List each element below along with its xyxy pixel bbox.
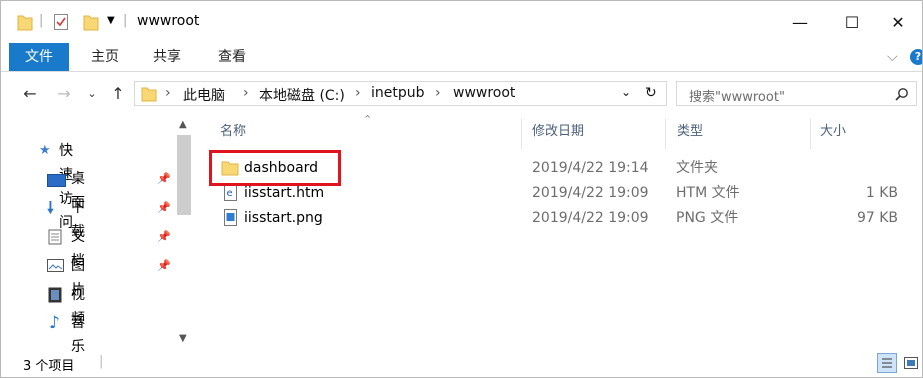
pin-icon[interactable]: 📌 — [157, 254, 171, 278]
help-icon[interactable]: ? — [910, 49, 922, 65]
file-type: PNG 文件 — [676, 210, 739, 226]
expand-ribbon-icon[interactable]: ⌵ — [887, 43, 898, 71]
large-icons-view-icon — [904, 357, 918, 369]
close-button[interactable]: ✕ — [875, 9, 921, 37]
file-date: 2019/4/22 19:09 — [532, 185, 649, 201]
file-date: 2019/4/22 19:14 — [532, 160, 649, 176]
breadcrumb-separator[interactable]: › — [435, 85, 441, 101]
scrollbar-thumb[interactable] — [177, 135, 191, 215]
address-row: ← → ⌄ ↑ › 此电脑 › 本地磁盘 (C:) › inetpub › ww… — [1, 77, 922, 111]
customize-quick-access-icon[interactable]: ▼ — [107, 15, 115, 33]
tab-home[interactable]: 主页 — [91, 43, 119, 71]
highlight-box — [209, 150, 341, 186]
pin-icon[interactable]: 📌 — [157, 225, 171, 249]
breadcrumb-separator[interactable]: › — [165, 85, 171, 101]
separator: | — [123, 13, 128, 28]
column-header-size[interactable]: 大小 — [820, 121, 846, 143]
breadcrumb-wwwroot[interactable]: wwwroot — [453, 85, 515, 101]
video-icon — [48, 287, 62, 303]
window-title: wwwroot — [137, 13, 200, 29]
scroll-up-icon[interactable]: ▲ — [179, 119, 187, 130]
image-file-icon — [224, 209, 237, 226]
sort-indicator-icon: ⌃ — [363, 113, 373, 126]
file-date: 2019/4/22 19:09 — [532, 210, 649, 226]
document-icon — [48, 229, 62, 245]
maximize-button[interactable]: ☐ — [829, 9, 875, 37]
picture-icon — [47, 259, 64, 272]
tab-file[interactable]: 文件 — [9, 43, 69, 71]
svg-text:e: e — [227, 188, 233, 199]
refresh-icon[interactable]: ↻ — [645, 85, 657, 101]
column-divider[interactable] — [521, 119, 522, 149]
large-icons-view-button[interactable] — [901, 353, 921, 373]
folder-icon — [141, 87, 157, 102]
tab-share[interactable]: 共享 — [153, 43, 181, 71]
html-file-icon: e — [224, 184, 237, 201]
recent-locations-button[interactable]: ⌄ — [85, 83, 99, 105]
column-header-date[interactable]: 修改日期 — [532, 121, 584, 143]
column-header-name[interactable]: 名称 — [220, 121, 246, 143]
separator: | — [99, 354, 104, 369]
search-box[interactable]: 搜索"wwwroot" — [676, 81, 917, 106]
forward-button[interactable]: → — [53, 83, 75, 105]
folder-icon — [17, 15, 33, 31]
status-bar: 3 个项目 | — [1, 351, 922, 377]
properties-icon[interactable] — [53, 13, 69, 31]
address-dropdown-icon[interactable]: ⌄ — [621, 85, 631, 99]
breadcrumb-local-disk[interactable]: 本地磁盘 (C:) — [259, 85, 345, 105]
column-divider[interactable] — [665, 119, 666, 149]
ribbon-tabs: 文件 主页 共享 查看 ⌵ ? — [1, 43, 922, 72]
title-bar: | ▼ | wwwroot — ☐ ✕ — [1, 1, 922, 43]
file-row-iisstart-png[interactable]: iisstart.png 2019/4/22 19:09 PNG 文件 97 K… — [207, 206, 922, 230]
file-size: 97 KB — [856, 210, 898, 226]
column-header-type[interactable]: 类型 — [677, 121, 703, 143]
item-count: 3 个项目 — [23, 359, 75, 374]
navigation-pane: ★ 快速访问 桌面 📌 🠗 下载 📌 文档 📌 图片 📌 视频 ♪ 音乐 — [1, 115, 197, 355]
details-view-button[interactable] — [877, 353, 897, 373]
music-icon: ♪ — [49, 313, 60, 333]
minimize-button[interactable]: — — [777, 9, 823, 37]
breadcrumb-separator[interactable]: › — [355, 85, 361, 101]
up-button[interactable]: ↑ — [107, 83, 129, 105]
download-icon: 🠗 — [47, 198, 54, 217]
tab-view[interactable]: 查看 — [218, 43, 246, 71]
new-folder-icon[interactable] — [83, 13, 99, 31]
file-name: iisstart.png — [244, 210, 323, 226]
file-size: 1 KB — [865, 185, 898, 201]
file-type: 文件夹 — [676, 160, 718, 176]
file-type: HTM 文件 — [676, 185, 740, 201]
star-icon: ★ — [39, 143, 51, 158]
search-icon[interactable] — [895, 87, 909, 101]
search-input[interactable]: 搜索"wwwroot" — [689, 86, 785, 105]
address-bar[interactable]: › 此电脑 › 本地磁盘 (C:) › inetpub › wwwroot ⌄ … — [134, 81, 667, 106]
breadcrumb-inetpub[interactable]: inetpub — [371, 85, 425, 101]
breadcrumb-this-pc[interactable]: 此电脑 — [183, 85, 225, 105]
back-button[interactable]: ← — [19, 83, 41, 105]
column-divider[interactable] — [810, 119, 811, 149]
navigation-scrollbar[interactable]: ▲ ▼ — [175, 117, 193, 349]
pin-icon[interactable]: 📌 — [157, 196, 171, 220]
details-view-icon — [882, 358, 892, 368]
desktop-icon — [47, 174, 66, 187]
breadcrumb-separator[interactable]: › — [243, 85, 249, 101]
explorer-window: | ▼ | wwwroot — ☐ ✕ 文件 主页 共享 查看 ⌵ ? ← → … — [0, 0, 923, 378]
separator: | — [39, 13, 44, 28]
pin-icon[interactable]: 📌 — [157, 167, 171, 191]
scroll-down-icon[interactable]: ▼ — [179, 333, 187, 344]
